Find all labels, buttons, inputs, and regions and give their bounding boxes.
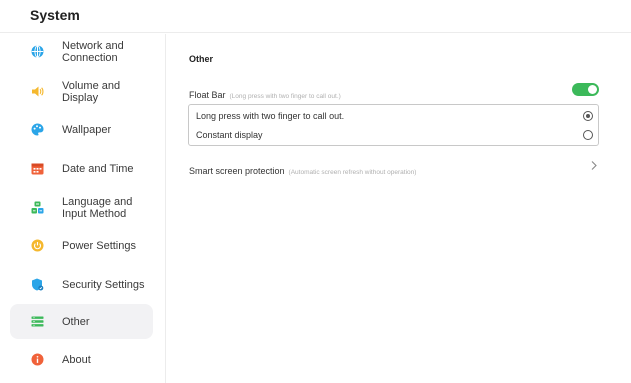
chevron-right-icon[interactable] — [589, 160, 599, 171]
option-long-press[interactable]: Long press with two finger to call out. — [189, 106, 600, 126]
sidebar-item-label: Date and Time — [62, 162, 134, 175]
list-icon — [31, 315, 44, 328]
calendar-icon — [31, 162, 44, 175]
sidebar-item-about[interactable]: About — [10, 342, 153, 377]
sidebar-item-date-time[interactable]: Date and Time — [10, 151, 153, 186]
main-panel: Other Float Bar (Long press with two fing… — [166, 34, 631, 383]
palette-icon — [31, 123, 44, 136]
sidebar-item-label: About — [62, 353, 91, 366]
sidebar-item-label: Network and Connection — [62, 39, 124, 64]
shield-icon — [31, 278, 44, 291]
section-title: Other — [189, 54, 214, 64]
page-title: System — [30, 7, 80, 23]
input-method-icon — [31, 201, 44, 214]
option-constant-display[interactable]: Constant display — [189, 125, 600, 145]
sidebar-item-label: Power Settings — [62, 239, 136, 252]
float-bar-toggle[interactable] — [572, 83, 599, 96]
sidebar-item-label: Other — [62, 315, 90, 328]
smart-screen-label: Smart screen protection — [189, 166, 285, 176]
sidebar-item-volume[interactable]: Volume and Display — [10, 74, 153, 109]
sidebar-item-label: Language and Input Method — [62, 195, 133, 220]
sidebar-item-power[interactable]: Power Settings — [10, 228, 153, 263]
sidebar-item-language[interactable]: Language and Input Method — [10, 190, 153, 225]
float-bar-row[interactable]: Float Bar (Long press with two finger to … — [189, 83, 599, 100]
option-label: Long press with two finger to call out. — [196, 111, 345, 121]
sidebar-item-label: Volume and Display — [62, 79, 121, 104]
float-bar-label: Float Bar — [189, 90, 226, 100]
sidebar-item-label: Wallpaper — [62, 123, 112, 136]
sidebar-item-security[interactable]: Security Settings — [10, 267, 153, 302]
info-icon — [31, 353, 44, 366]
speaker-icon — [31, 85, 44, 98]
float-bar-hint: (Long press with two finger to call out.… — [229, 93, 341, 100]
sidebar-item-wallpaper[interactable]: Wallpaper — [10, 112, 153, 147]
radio-button[interactable] — [583, 130, 593, 140]
globe-icon — [31, 45, 44, 58]
option-label: Constant display — [196, 130, 263, 140]
top-bar: System — [0, 0, 631, 33]
smart-screen-hint: (Automatic screen refresh without operat… — [288, 169, 417, 176]
radio-button[interactable] — [583, 111, 593, 121]
sidebar-item-label: Security Settings — [62, 278, 145, 291]
float-bar-options: Long press with two finger to call out. … — [188, 104, 599, 146]
power-icon — [31, 239, 44, 252]
sidebar-item-other[interactable]: Other — [10, 304, 153, 339]
sidebar-item-network[interactable]: Network and Connection — [10, 34, 153, 69]
toggle-knob — [588, 85, 597, 94]
smart-screen-protection-row[interactable]: Smart screen protection (Automatic screen… — [189, 159, 599, 176]
sidebar: Network and Connection Volume and Displa… — [0, 34, 166, 383]
